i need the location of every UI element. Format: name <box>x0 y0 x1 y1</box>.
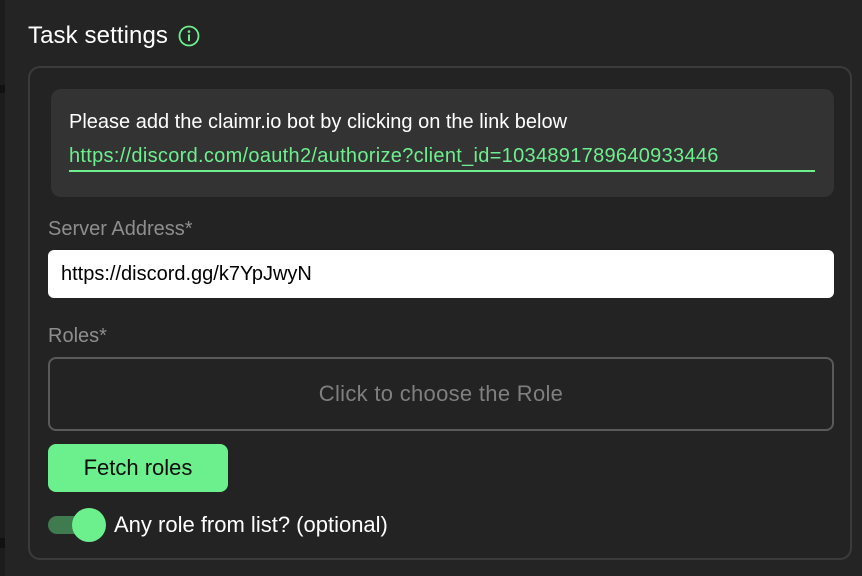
role-select[interactable]: Click to choose the Role <box>48 357 834 431</box>
roles-label: Roles* <box>48 325 107 347</box>
title-row: Task settings <box>28 20 200 52</box>
toggle-knob <box>72 508 106 542</box>
info-icon[interactable] <box>178 25 200 47</box>
bot-authorize-link[interactable]: https://discord.com/oauth2/authorize?cli… <box>69 145 815 172</box>
page-title: Task settings <box>28 22 169 49</box>
notice-text: Please add the claimr.io bot by clicking… <box>69 111 568 133</box>
fetch-roles-button[interactable]: Fetch roles <box>48 444 228 492</box>
bot-notice: Please add the claimr.io bot by clicking… <box>51 89 834 197</box>
fetch-roles-label: Fetch roles <box>83 455 193 480</box>
settings-card: Please add the claimr.io bot by clicking… <box>28 66 852 560</box>
any-role-toggle[interactable] <box>48 508 106 542</box>
server-address-input[interactable] <box>48 250 834 298</box>
server-address-label: Server Address* <box>48 218 193 240</box>
any-role-row: Any role from list? (optional) <box>48 508 388 542</box>
role-select-placeholder: Click to choose the Role <box>318 381 564 406</box>
any-role-label: Any role from list? (optional) <box>114 512 388 537</box>
task-settings-panel: Task settings Please add the claimr.io b… <box>5 0 862 576</box>
